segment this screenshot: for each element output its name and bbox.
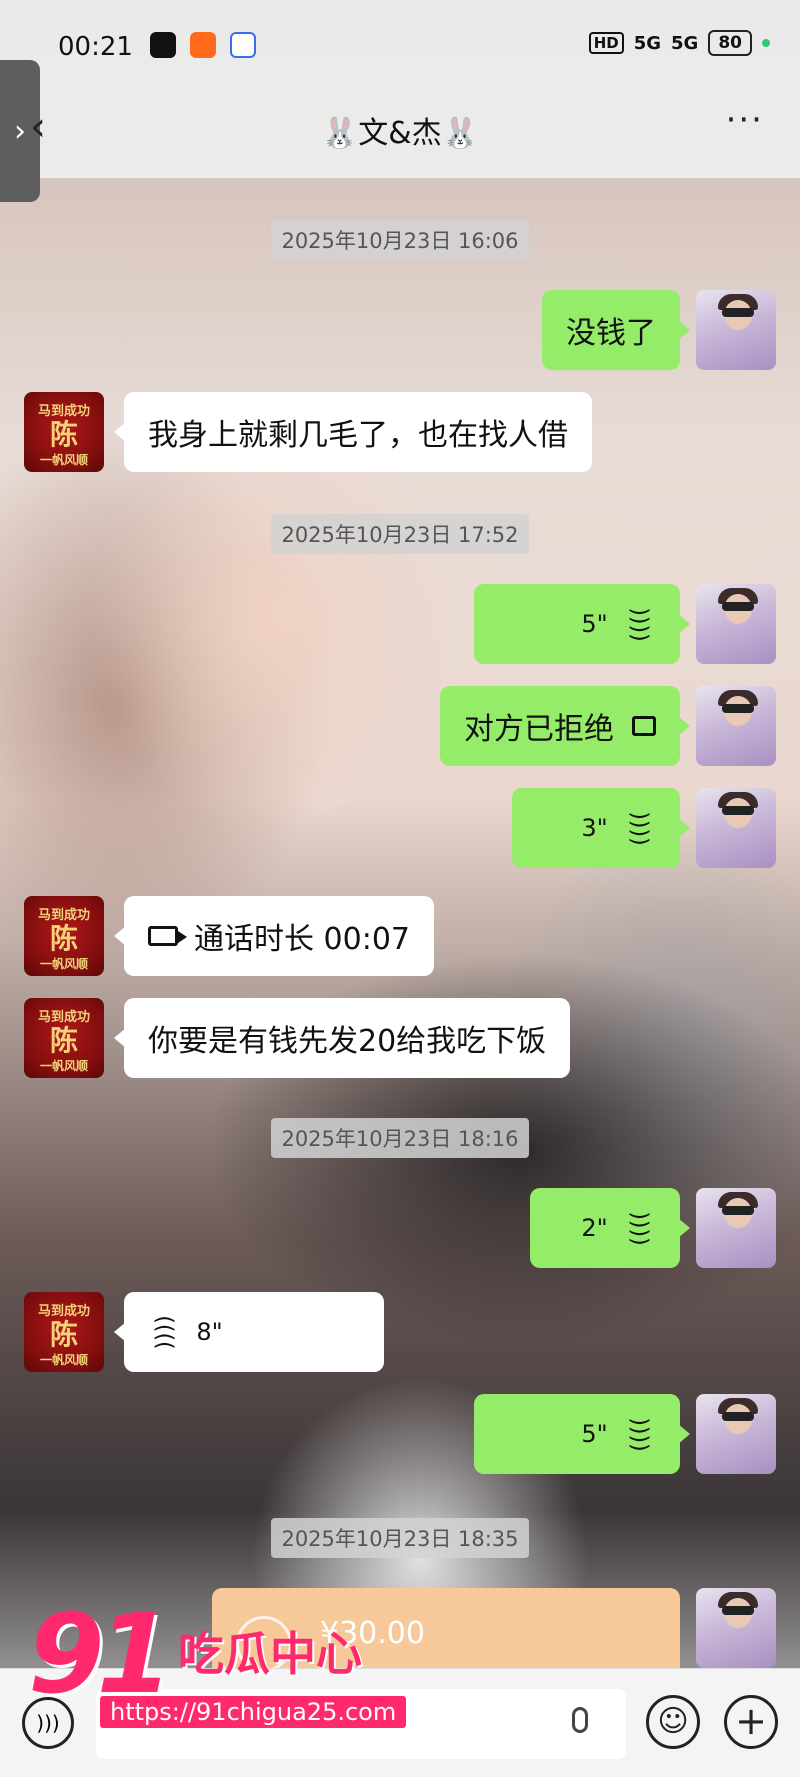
kuaishou-icon (190, 32, 216, 58)
signal-icon-2: 5G (671, 32, 699, 54)
voice-wave-icon: )))) (626, 810, 652, 846)
video-camera-icon (148, 926, 187, 946)
video-call-bubble[interactable]: 通话时长 00:07 (114, 896, 434, 976)
my-avatar[interactable] (696, 584, 776, 664)
my-avatar[interactable] (696, 1394, 776, 1474)
call-rejected-bubble[interactable]: 对方已拒绝 (440, 686, 690, 766)
timestamp: 2025年10月23日 18:35 (0, 1518, 800, 1558)
baidu-icon (230, 32, 256, 58)
voice-message-sent[interactable]: 5")))) (474, 1394, 690, 1474)
my-avatar[interactable] (696, 788, 776, 868)
my-avatar[interactable] (696, 1588, 776, 1668)
my-avatar[interactable] (696, 686, 776, 766)
my-avatar[interactable] (696, 1188, 776, 1268)
video-call-icon (632, 716, 656, 736)
voice-message-sent[interactable]: 2")))) (530, 1188, 690, 1268)
voice-wave-icon: )))) (626, 1416, 652, 1452)
voice-wave-icon: )))) (626, 606, 652, 642)
chat-title: 🐰文&杰🐰 (320, 116, 480, 151)
microphone-icon[interactable] (572, 1707, 588, 1733)
status-indicators: HD 5G 5G 80 (588, 30, 770, 56)
message-bubble-received[interactable]: 我身上就剩几毛了，也在找人借 (114, 392, 592, 472)
voice-wave-icon: )))) (626, 1210, 652, 1246)
voice-message-sent[interactable]: 3")))) (512, 788, 690, 868)
signal-icon-1: 5G (633, 32, 662, 54)
contact-avatar[interactable]: 马到成功陈一帆风顺 (24, 392, 104, 472)
my-avatar[interactable] (696, 290, 776, 370)
hd-icon: HD (588, 32, 624, 54)
voice-wave-icon: )))) (152, 1314, 178, 1350)
more-options-button[interactable]: ··· (726, 100, 764, 140)
battery-icon: 80 (708, 30, 752, 56)
contact-avatar[interactable]: 马到成功陈一帆风顺 (24, 896, 104, 976)
status-bar: 00:21 HD 5G 5G 80 (0, 0, 800, 92)
add-attachment-icon[interactable]: + (724, 1695, 778, 1749)
contact-avatar[interactable]: 马到成功陈一帆风顺 (24, 998, 104, 1078)
status-time: 00:21 (58, 32, 133, 62)
message-bubble-received[interactable]: 你要是有钱先发20给我吃下饭 (113, 998, 571, 1078)
watermark-url: https://91chigua25.com (100, 1696, 407, 1728)
tiktok-icon (150, 32, 176, 58)
voice-message-sent[interactable]: 5")))) (474, 584, 690, 664)
voice-message-received[interactable]: )))) 8" (114, 1292, 384, 1372)
timestamp: 2025年10月23日 16:06 (0, 220, 800, 260)
emoji-button-icon[interactable]: ☺ (646, 1695, 700, 1749)
timestamp: 2025年10月23日 18:16 (0, 1118, 800, 1158)
message-list[interactable]: 2025年10月23日 16:06 没钱了 马到成功陈一帆风顺 我身上就剩几毛了… (0, 178, 800, 1668)
contact-avatar[interactable]: 马到成功陈一帆风顺 (24, 1292, 104, 1372)
back-button[interactable]: ‹ (30, 104, 46, 150)
status-dot (762, 39, 770, 47)
message-bubble-sent[interactable]: 没钱了 (542, 290, 690, 370)
timestamp: 2025年10月23日 17:52 (0, 514, 800, 554)
watermark-text: 吃瓜中心 (178, 1627, 362, 1681)
